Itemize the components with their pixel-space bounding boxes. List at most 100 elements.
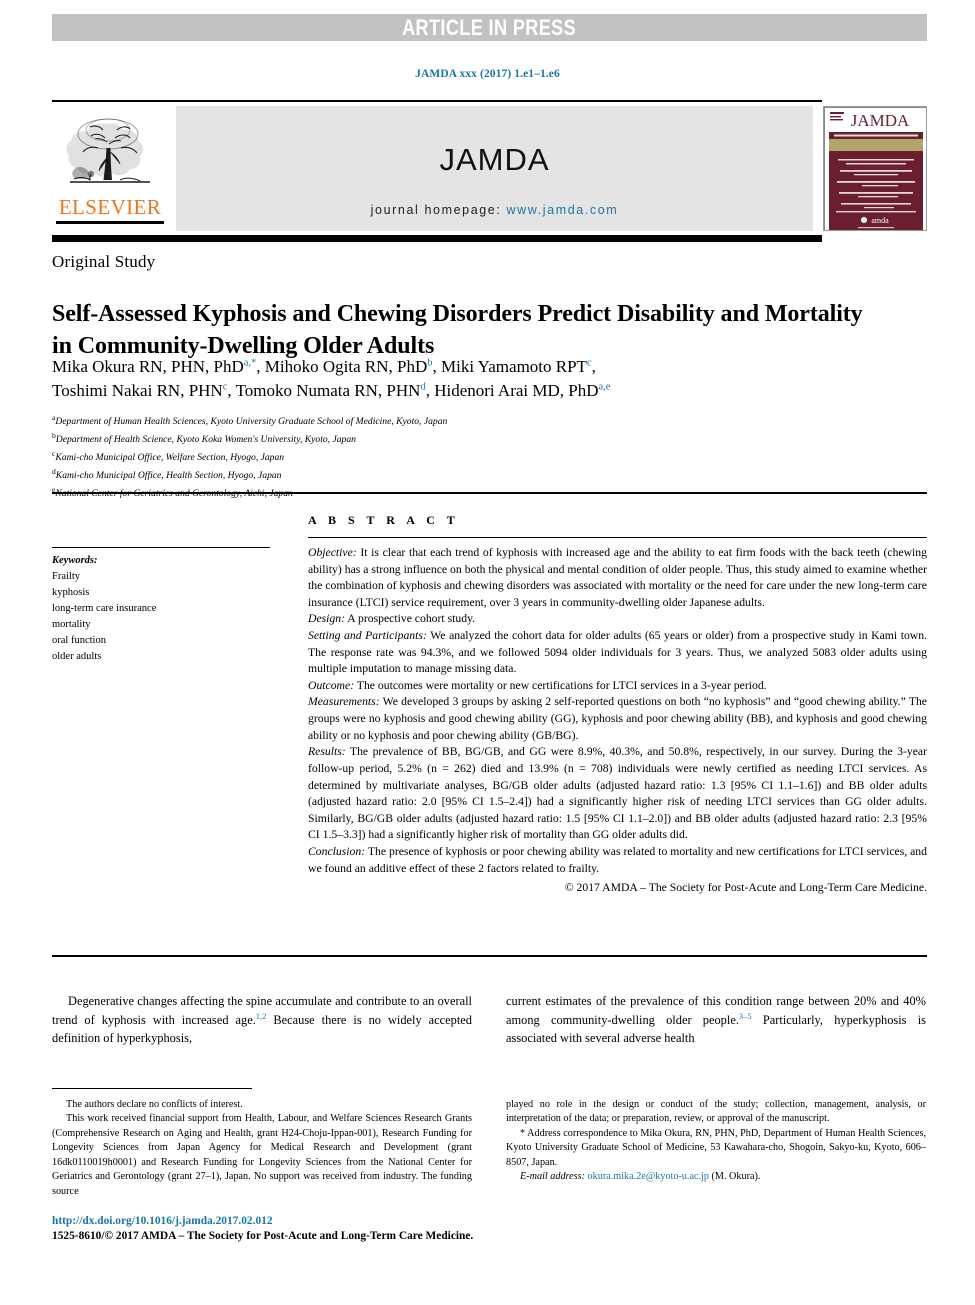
abstract-results-text: The prevalence of BB, BG/GB, and GG were… <box>308 745 927 842</box>
body-column-left: Degenerative changes affecting the spine… <box>52 992 472 1047</box>
keyword-item: oral function <box>52 634 106 646</box>
footnote-funding-continued: played no role in the design or conduct … <box>506 1099 926 1125</box>
footnote-column-right: played no role in the design or conduct … <box>506 1098 926 1199</box>
abstract-divider <box>308 537 927 538</box>
body-paragraph-left: Degenerative changes affecting the spine… <box>52 992 472 1047</box>
affiliation-text: Kami-cho Municipal Office, Health Sectio… <box>55 470 282 482</box>
affiliations-divider <box>52 492 927 494</box>
footnote-funding: This work received financial support fro… <box>52 1113 472 1197</box>
article-type-label: Original Study <box>52 252 156 271</box>
elsevier-logo: ELSEVIER <box>52 106 168 231</box>
keywords-divider <box>52 547 270 548</box>
author-arai-marker[interactable]: a,e <box>599 381 611 392</box>
masthead-bottom-rule <box>52 235 822 242</box>
elsevier-wordmark: ELSEVIER <box>58 195 162 219</box>
affiliation-text: Department of Health Science, Kyoto Koka… <box>55 434 356 446</box>
abstract-results-label: Results: <box>308 745 346 759</box>
author-okura: Mika Okura RN, PHN, PhD <box>52 357 244 376</box>
author-nakai: Toshimi Nakai RN, PHN <box>52 381 223 401</box>
abstract-objective-text: It is clear that each trend of kyphosis … <box>308 546 927 609</box>
abstract-heading: A B S T R A C T <box>308 513 460 527</box>
abstract-conclusion-text: The presence of kyphosis or poor chewing… <box>308 844 927 875</box>
abstract-design-label: Design: <box>308 612 346 626</box>
affiliation-item: cKami-cho Municipal Office, Welfare Sect… <box>52 448 752 466</box>
affiliation-list: aDepartment of Human Health Sciences, Ky… <box>52 412 752 502</box>
email-suffix: (M. Okura). <box>708 1171 761 1183</box>
citation-ref[interactable]: 3–5 <box>739 1011 752 1021</box>
keywords-panel: Keywords: Frailty kyphosis long-term car… <box>52 505 300 897</box>
author-ogita: , Mihoko Ogita RN, PhD <box>256 357 428 376</box>
journal-cover-thumbnail: JAMDA amda <box>823 106 927 231</box>
svg-text:JAMDA: JAMDA <box>851 111 910 130</box>
affiliation-item: aDepartment of Human Health Sciences, Ky… <box>52 412 752 430</box>
keyword-item: kyphosis <box>52 586 90 598</box>
author-yamamoto: , Miki Yamamoto RPT <box>432 357 587 376</box>
author-line-1: Mika Okura RN, PHN, PhDa,*, Mihoko Ogita… <box>52 355 912 379</box>
abstract-design: Design: A prospective cohort study. <box>308 611 927 628</box>
issn-copyright-line: 1525-8610/© 2017 AMDA – The Society for … <box>52 1230 474 1243</box>
elsevier-tree-icon <box>66 118 150 183</box>
svg-text:amda: amda <box>871 216 889 225</box>
affiliation-item: bDepartment of Health Science, Kyoto Kok… <box>52 430 752 448</box>
abstract-setting: Setting and Participants: We analyzed th… <box>308 628 927 678</box>
keyword-item: long-term care insurance <box>52 602 157 614</box>
abstract-measurements-text: We developed 3 groups by asking 2 self-r… <box>308 695 927 742</box>
keywords-heading: Keywords: <box>52 555 98 566</box>
journal-title: JAMDA <box>439 141 550 177</box>
elsevier-rule <box>56 221 164 224</box>
abstract-copyright: © 2017 AMDA – The Society for Post-Acute… <box>564 881 927 895</box>
affiliation-item: dKami-cho Municipal Office, Health Secti… <box>52 466 752 484</box>
affiliation-text: Kami-cho Municipal Office, Welfare Secti… <box>55 452 285 464</box>
journal-homepage-link[interactable]: www.jamda.com <box>507 203 619 217</box>
abstract-conclusion: Conclusion: The presence of kyphosis or … <box>308 844 927 877</box>
abstract-region: Keywords: Frailty kyphosis long-term car… <box>52 505 927 897</box>
journal-banner: JAMDA journal homepage: www.jamda.com <box>176 106 813 231</box>
abstract-outcome-text: The outcomes were mortality or new certi… <box>354 678 767 692</box>
abstract-objective-label: Objective: <box>308 546 357 559</box>
journal-homepage-line: journal homepage: www.jamda.com <box>371 203 619 217</box>
footnote-correspondence: * Address correspondence to Mika Okura, … <box>506 1127 926 1170</box>
abstract-outcome: Outcome: The outcomes were mortality or … <box>308 678 927 695</box>
footnote-conflict: The authors declare no conflicts of inte… <box>66 1099 243 1110</box>
correspondence-text: Address correspondence to Mika Okura, RN… <box>506 1127 926 1168</box>
footnote-email-line: E-mail address: okura.mika.2e@kyoto-u.ac… <box>506 1170 926 1184</box>
article-in-press-label: ARTICLE IN PRESS <box>402 14 577 40</box>
running-head: JAMDA xxx (2017) 1.e1–1.e6 <box>415 68 560 80</box>
author-list: Mika Okura RN, PHN, PhDa,*, Mihoko Ogita… <box>52 355 912 403</box>
author-line-2: Toshimi Nakai RN, PHNc, Tomoko Numata RN… <box>52 379 912 403</box>
body-paragraph-right: current estimates of the prevalence of t… <box>506 992 926 1047</box>
abstract-bottom-divider <box>52 955 927 957</box>
article-title: Self-Assessed Kyphosis and Chewing Disor… <box>52 301 863 359</box>
abstract-measurements: Measurements: We developed 3 groups by a… <box>308 694 927 744</box>
footnote-divider <box>52 1088 252 1089</box>
footnote-columns: The authors declare no conflicts of inte… <box>52 1098 927 1199</box>
author-okura-marker[interactable]: a,* <box>244 357 257 368</box>
author-line1-end: , <box>591 357 596 376</box>
abstract-conclusion-label: Conclusion: <box>308 844 366 858</box>
abstract-setting-label: Setting and Participants: <box>308 629 427 643</box>
body-columns: Degenerative changes affecting the spine… <box>52 992 927 1047</box>
abstract-outcome-label: Outcome: <box>308 678 355 692</box>
article-in-press-banner: ARTICLE IN PRESS <box>52 14 927 41</box>
journal-homepage-label: journal homepage: <box>370 203 502 217</box>
abstract-panel: A B S T R A C T Objective: It is clear t… <box>300 505 927 897</box>
citation-ref[interactable]: 1,2 <box>256 1011 267 1021</box>
author-arai: , Hidenori Arai MD, PhD <box>425 381 599 401</box>
email-label: E-mail address: <box>520 1171 585 1183</box>
keyword-item: mortality <box>52 618 91 630</box>
abstract-measurements-label: Measurements: <box>308 695 380 709</box>
email-link[interactable]: okura.mika.2e@kyoto-u.ac.jp <box>588 1171 709 1182</box>
cover-art: JAMDA amda <box>824 107 926 230</box>
doi-link[interactable]: http://dx.doi.org/10.1016/j.jamda.2017.0… <box>52 1214 652 1229</box>
abstract-results: Results: The prevalence of BB, BG/GB, an… <box>308 744 927 844</box>
abstract-objective: Objective: It is clear that each trend o… <box>308 545 927 611</box>
affiliation-text: Department of Human Health Sciences, Kyo… <box>55 416 448 428</box>
abstract-design-text: A prospective cohort study. <box>345 612 476 626</box>
author-numata: , Tomoko Numata RN, PHN <box>227 381 421 401</box>
footer-identifiers: http://dx.doi.org/10.1016/j.jamda.2017.0… <box>52 1214 652 1245</box>
keyword-item: older adults <box>52 650 102 662</box>
journal-masthead: ELSEVIER JAMDA journal homepage: www.jam… <box>52 100 927 242</box>
keyword-item: Frailty <box>52 570 80 582</box>
footnote-column-left: The authors declare no conflicts of inte… <box>52 1098 472 1199</box>
masthead-top-rule <box>52 100 822 102</box>
